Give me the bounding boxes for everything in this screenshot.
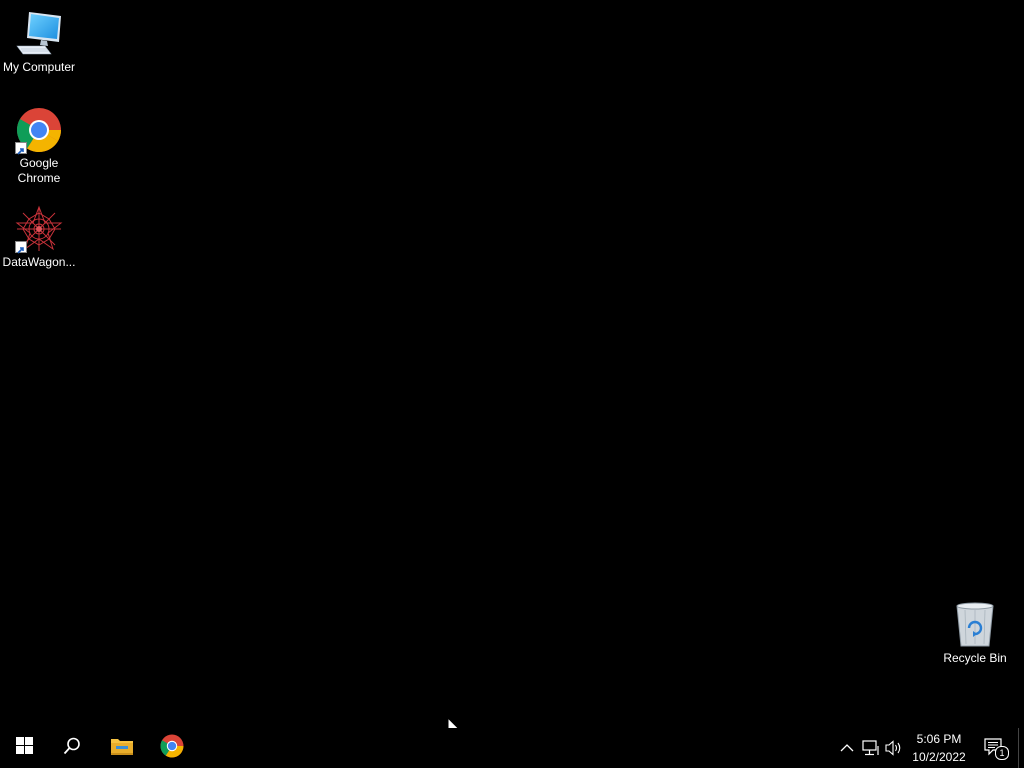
notification-count-badge: 1	[995, 746, 1009, 760]
recycle-bin-icon	[951, 601, 999, 649]
clock-time: 5:06 PM	[916, 732, 962, 746]
chevron-up-icon[interactable]	[837, 738, 857, 758]
desktop-icon-datawagon[interactable]: DataWagon...	[1, 205, 77, 270]
desktop-icon-label: DataWagon...	[2, 255, 76, 269]
desktop-icon-recycle-bin[interactable]: Recycle Bin	[937, 601, 1013, 666]
start-button[interactable]	[0, 728, 48, 768]
shortcut-arrow-icon	[15, 241, 27, 254]
desktop-icon-label: Recycle Bin	[943, 651, 1007, 665]
windows-start-icon	[15, 737, 33, 759]
action-center-icon: 1	[984, 738, 1009, 760]
datawagon-icon	[15, 205, 63, 254]
taskbar-file-explorer[interactable]	[98, 728, 146, 768]
chrome-icon	[160, 734, 184, 763]
shortcut-arrow-icon	[15, 142, 27, 155]
desktop-icon-label: My Computer	[2, 60, 76, 74]
computer-icon	[15, 10, 63, 58]
taskbar: 5:06 PM 10/2/2022 1	[0, 728, 1024, 768]
clock[interactable]: 5:06 PM 10/2/2022	[906, 730, 972, 766]
action-center-button[interactable]: 1	[978, 728, 1012, 768]
clock-date: 10/2/2022	[912, 750, 966, 764]
chrome-icon	[15, 106, 63, 155]
desktop-icon-my-computer[interactable]: My Computer	[1, 10, 77, 75]
file-explorer-icon	[110, 736, 134, 761]
desktop-icon-google-chrome[interactable]: Google Chrome	[1, 106, 77, 186]
desktop[interactable]: My Computer Google Chrome DataWagon... R…	[0, 0, 1024, 738]
taskbar-google-chrome[interactable]	[148, 728, 196, 768]
desktop-icon-label: Google Chrome	[17, 156, 61, 185]
network-icon[interactable]	[861, 738, 881, 758]
search-icon	[63, 737, 81, 760]
search-button[interactable]	[48, 728, 96, 768]
show-desktop-button[interactable]	[1018, 728, 1024, 768]
volume-icon[interactable]	[884, 738, 904, 758]
